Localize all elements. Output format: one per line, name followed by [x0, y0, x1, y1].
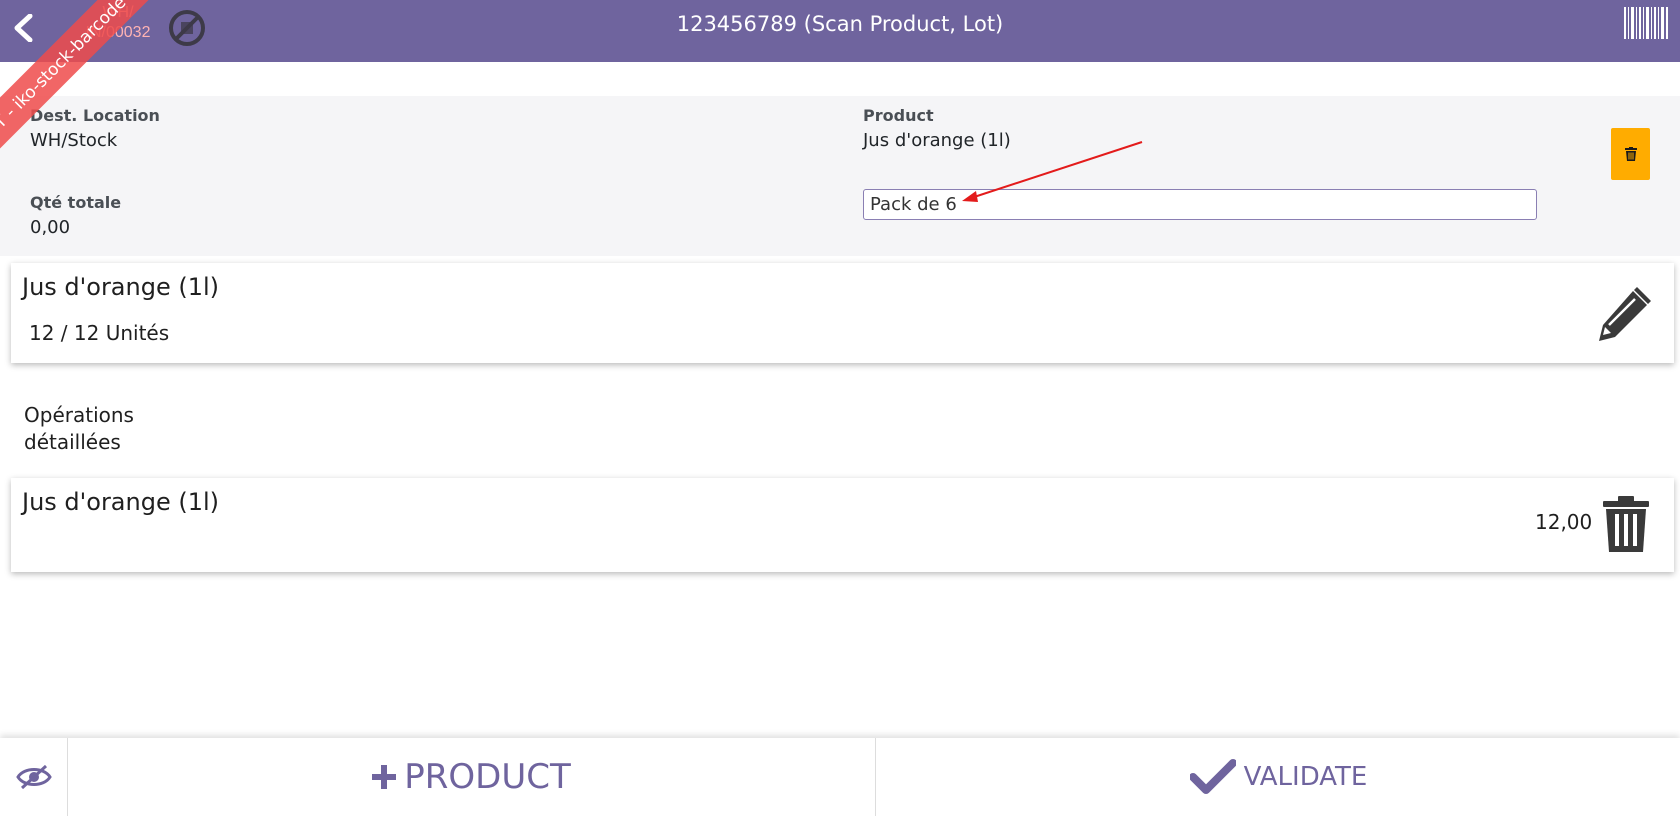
detailed-operations-title: Opérations détaillées	[24, 403, 134, 454]
product-label: Product	[863, 106, 934, 125]
validate-button[interactable]: VALIDATE	[877, 738, 1680, 816]
no-package-icon	[169, 10, 205, 46]
detail-operation-card[interactable]: Jus d'orange (1l) 12,00	[11, 478, 1674, 572]
lot-input[interactable]: Pack de 6	[863, 189, 1537, 220]
edit-button[interactable]	[1595, 285, 1653, 343]
add-product-button[interactable]: PRODUCT	[68, 738, 876, 816]
detail-quantity: 12,00	[1535, 510, 1593, 534]
total-qty-label: Qté totale	[30, 193, 122, 212]
detail-product-name: Jus d'orange (1l)	[22, 488, 220, 516]
plus-icon	[372, 765, 397, 789]
chevron-left-icon	[14, 14, 33, 42]
check-icon	[1189, 759, 1236, 794]
summary-product-name: Jus d'orange (1l)	[22, 273, 220, 301]
toggle-info-button[interactable]	[0, 738, 68, 816]
dest-location-label: Dest. Location	[30, 106, 160, 125]
barcode-icon	[1624, 7, 1668, 39]
summary-quantity: 12 / 12 Unités	[29, 321, 170, 345]
delete-detail-button[interactable]	[1603, 496, 1657, 558]
dest-location-value: WH/Stock	[30, 130, 118, 151]
trash-icon	[1624, 147, 1637, 161]
eye-slash-icon	[15, 764, 52, 790]
move-line-editor: Dest. Location WH/Stock Qté totale 0,00 …	[0, 96, 1680, 256]
trash-icon	[1603, 496, 1649, 552]
delete-move-line-button[interactable]	[1611, 128, 1650, 180]
pencil-icon	[1599, 287, 1651, 341]
validate-label: VALIDATE	[1243, 762, 1368, 792]
barcode-scan-button[interactable]	[1623, 6, 1669, 40]
back-button[interactable]	[8, 8, 38, 48]
spacer	[0, 62, 1680, 96]
product-value: Jus d'orange (1l)	[863, 130, 1011, 151]
no-package-button[interactable]	[168, 9, 206, 47]
product-summary-card[interactable]: Jus d'orange (1l) 12 / 12 Unités	[11, 263, 1674, 363]
page-title: 123456789 (Scan Product, Lot)	[676, 12, 1004, 36]
top-navbar: WH/ IN/00032 123456789 (Scan Product, Lo…	[0, 0, 1680, 62]
add-product-label: PRODUCT	[404, 757, 571, 797]
footer-bar: PRODUCT VALIDATE	[0, 738, 1680, 816]
total-qty-value: 0,00	[30, 217, 71, 238]
